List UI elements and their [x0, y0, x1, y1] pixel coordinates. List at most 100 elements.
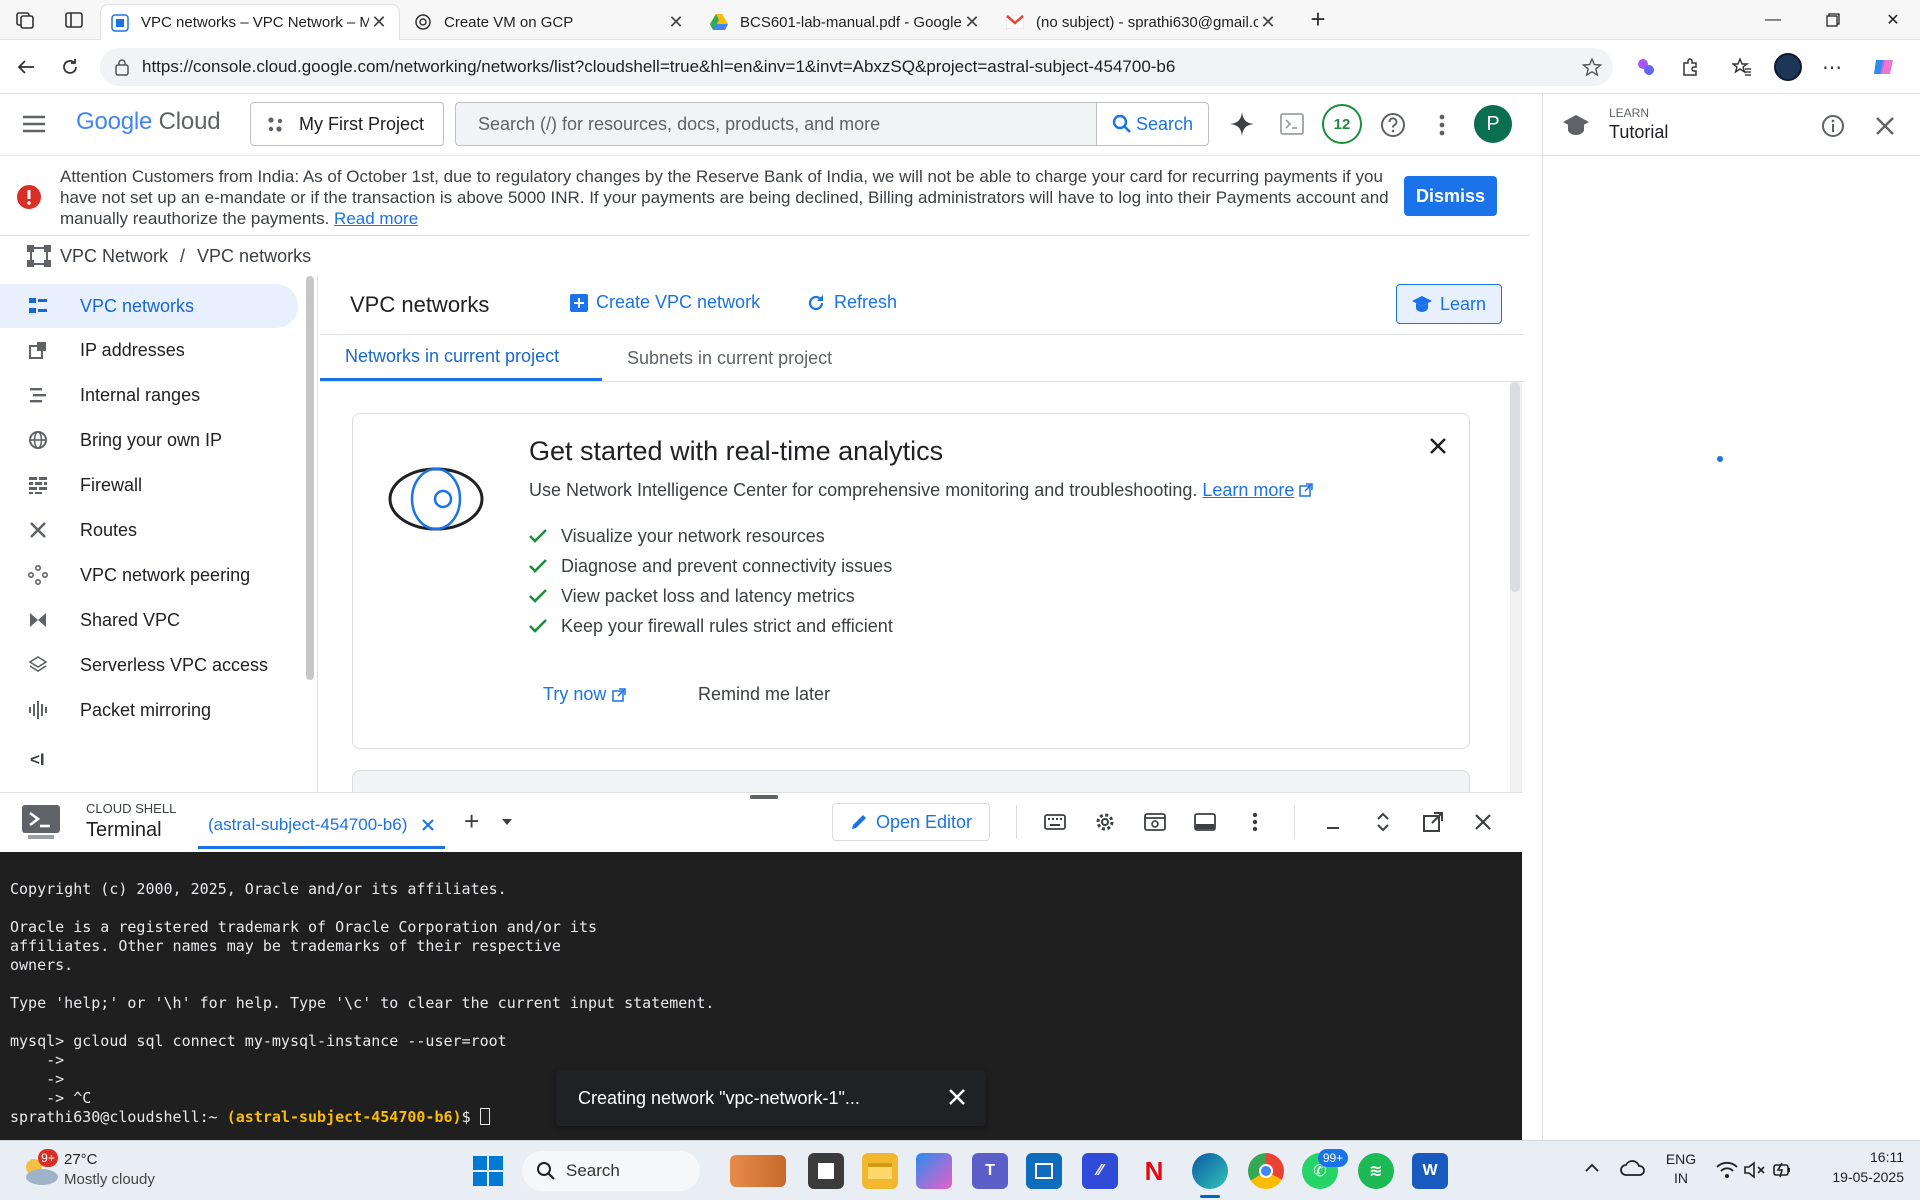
help-icon[interactable] [1380, 112, 1406, 138]
breadcrumb-root[interactable]: VPC Network [60, 246, 168, 267]
sidebar-item-firewall[interactable]: Firewall [0, 463, 298, 507]
show-hidden-icons-chevron-icon[interactable] [1584, 1163, 1600, 1173]
terminal-dropdown-icon[interactable] [502, 819, 512, 825]
file-explorer-icon[interactable] [862, 1153, 898, 1189]
browser-tab[interactable]: VPC networks – VPC Network – M ✕ [100, 4, 400, 40]
cloud-shell-icon[interactable] [1280, 112, 1304, 136]
add-terminal-icon[interactable]: + [464, 808, 479, 834]
minimize-icon[interactable]: — [1748, 0, 1798, 40]
create-vpc-network-button[interactable]: Create VPC network [570, 292, 760, 313]
chrome-icon[interactable] [1248, 1153, 1284, 1189]
gemini-icon[interactable] [1228, 110, 1256, 138]
shell-more-icon[interactable] [1240, 807, 1270, 837]
info-icon[interactable] [1821, 114, 1845, 138]
url-field[interactable]: https://console.cloud.google.com/network… [100, 48, 1613, 86]
back-icon[interactable] [8, 49, 44, 85]
search-button[interactable]: Search [1096, 103, 1208, 145]
learn-button[interactable]: Learn [1396, 284, 1502, 324]
task-view-icon[interactable] [808, 1153, 844, 1189]
copilot-extension-icon[interactable] [1628, 49, 1664, 85]
taskbar-search[interactable]: Search [522, 1151, 700, 1191]
browser-tab[interactable]: Create VM on GCP ✕ [404, 4, 696, 40]
sidebar-item-shared-vpc[interactable]: Shared VPC [0, 598, 298, 642]
copilot-taskbar-icon[interactable] [916, 1153, 952, 1189]
sidebar-item-serverless-vpc-access[interactable]: Serverless VPC access [0, 643, 298, 687]
settings-gear-icon[interactable] [1090, 807, 1120, 837]
refresh-button[interactable]: Refresh [806, 292, 897, 313]
netflix-icon[interactable]: N [1136, 1153, 1172, 1189]
new-tab-icon[interactable]: + [1306, 6, 1330, 32]
project-picker-button[interactable]: My First Project [250, 102, 444, 146]
favorites-icon[interactable] [1724, 49, 1760, 85]
sidebar-item-bring-your-own-ip[interactable]: Bring your own IP [0, 418, 298, 462]
close-tab-icon[interactable]: ✕ [1258, 12, 1278, 33]
more-options-icon[interactable]: ⋯ [1814, 49, 1850, 85]
battery-charging-icon[interactable] [1772, 1159, 1794, 1181]
word-icon[interactable]: W [1412, 1153, 1448, 1189]
open-in-new-window-icon[interactable] [1418, 807, 1448, 837]
maximize-shell-icon[interactable] [1368, 807, 1398, 837]
web-preview-icon[interactable] [1140, 807, 1170, 837]
sidebar-item-internal-ranges[interactable]: Internal ranges [0, 373, 298, 417]
close-shell-icon[interactable] [1468, 807, 1498, 837]
reload-icon[interactable] [52, 49, 88, 85]
clock[interactable]: 16:11 19-05-2025 [1808, 1149, 1904, 1185]
teams-icon[interactable]: T [972, 1153, 1008, 1189]
browser-tab[interactable]: (no subject) - sprathi630@gmail.c ✕ [996, 4, 1288, 40]
close-toast-icon[interactable] [946, 1086, 968, 1108]
collapse-sidebar-button[interactable]: <I [30, 750, 45, 770]
main-scrollbar[interactable] [1510, 382, 1520, 592]
workspaces-icon[interactable] [14, 10, 36, 30]
dismiss-button[interactable]: Dismiss [1404, 176, 1497, 216]
tab-actions-icon[interactable] [64, 10, 84, 30]
tab-networks-in-current-project[interactable]: Networks in current project [320, 335, 602, 381]
speaker-muted-icon[interactable] [1744, 1161, 1766, 1179]
hamburger-menu-icon[interactable] [22, 114, 46, 134]
copilot-icon[interactable] [1866, 49, 1902, 85]
resize-handle[interactable] [750, 795, 778, 799]
open-editor-button[interactable]: Open Editor [832, 803, 990, 841]
search-highlight-image[interactable] [730, 1155, 786, 1187]
close-icon[interactable] [1426, 434, 1450, 458]
layout-icon[interactable] [1190, 807, 1220, 837]
account-avatar[interactable]: P [1474, 105, 1512, 143]
terminal-tab[interactable]: (astral-subject-454700-b6) [198, 803, 446, 849]
close-tab-icon[interactable]: ✕ [962, 12, 982, 33]
sidebar-item-packet-mirroring[interactable]: Packet mirroring [0, 688, 298, 732]
sidebar-item-ip-addresses[interactable]: IP addresses [0, 328, 298, 372]
favorite-star-icon[interactable] [1574, 49, 1610, 85]
google-cloud-logo[interactable]: Google Cloud [76, 108, 221, 136]
close-window-icon[interactable]: ✕ [1868, 0, 1918, 40]
learn-more-link[interactable]: Learn more [1202, 480, 1294, 500]
extensions-icon[interactable] [1672, 49, 1708, 85]
sidebar-item-vpc-networks[interactable]: VPC networks [0, 284, 298, 328]
store-icon[interactable] [1026, 1153, 1062, 1189]
wifi-icon[interactable] [1716, 1161, 1738, 1179]
close-panel-icon[interactable] [1873, 114, 1897, 138]
sidebar-scrollbar[interactable] [306, 276, 314, 680]
math-app-icon[interactable]: ∕∕ [1082, 1153, 1118, 1189]
try-now-button[interactable]: Try now [543, 684, 627, 705]
profile-avatar[interactable] [1770, 49, 1806, 85]
read-more-link[interactable]: Read more [334, 209, 418, 228]
sidebar-item-routes[interactable]: Routes [0, 508, 298, 552]
minimize-shell-icon[interactable] [1318, 807, 1348, 837]
lock-icon[interactable] [114, 58, 130, 76]
spotify-icon[interactable]: ≋ [1358, 1153, 1394, 1189]
breadcrumb-current[interactable]: VPC networks [197, 246, 311, 267]
onedrive-cloud-icon[interactable] [1620, 1159, 1646, 1177]
windows-start-icon[interactable] [472, 1155, 504, 1187]
kebab-menu-icon[interactable] [1432, 112, 1452, 138]
close-tab-icon[interactable]: ✕ [666, 12, 686, 33]
tab-subnets-in-current-project[interactable]: Subnets in current project [602, 335, 857, 381]
browser-tab[interactable]: BCS601-lab-manual.pdf - Google ✕ [700, 4, 992, 40]
edge-icon[interactable] [1192, 1153, 1228, 1189]
language-indicator[interactable]: ENG IN [1664, 1151, 1698, 1186]
close-tab-icon[interactable]: ✕ [369, 12, 389, 33]
restore-icon[interactable] [1808, 0, 1858, 40]
notifications-badge[interactable]: 12 [1322, 104, 1362, 144]
remind-me-later-button[interactable]: Remind me later [698, 684, 830, 705]
sidebar-item-vpc-network-peering[interactable]: VPC network peering [0, 553, 298, 597]
keyboard-icon[interactable] [1040, 807, 1070, 837]
search-input[interactable]: Search (/) for resources, docs, products… [455, 102, 1209, 146]
